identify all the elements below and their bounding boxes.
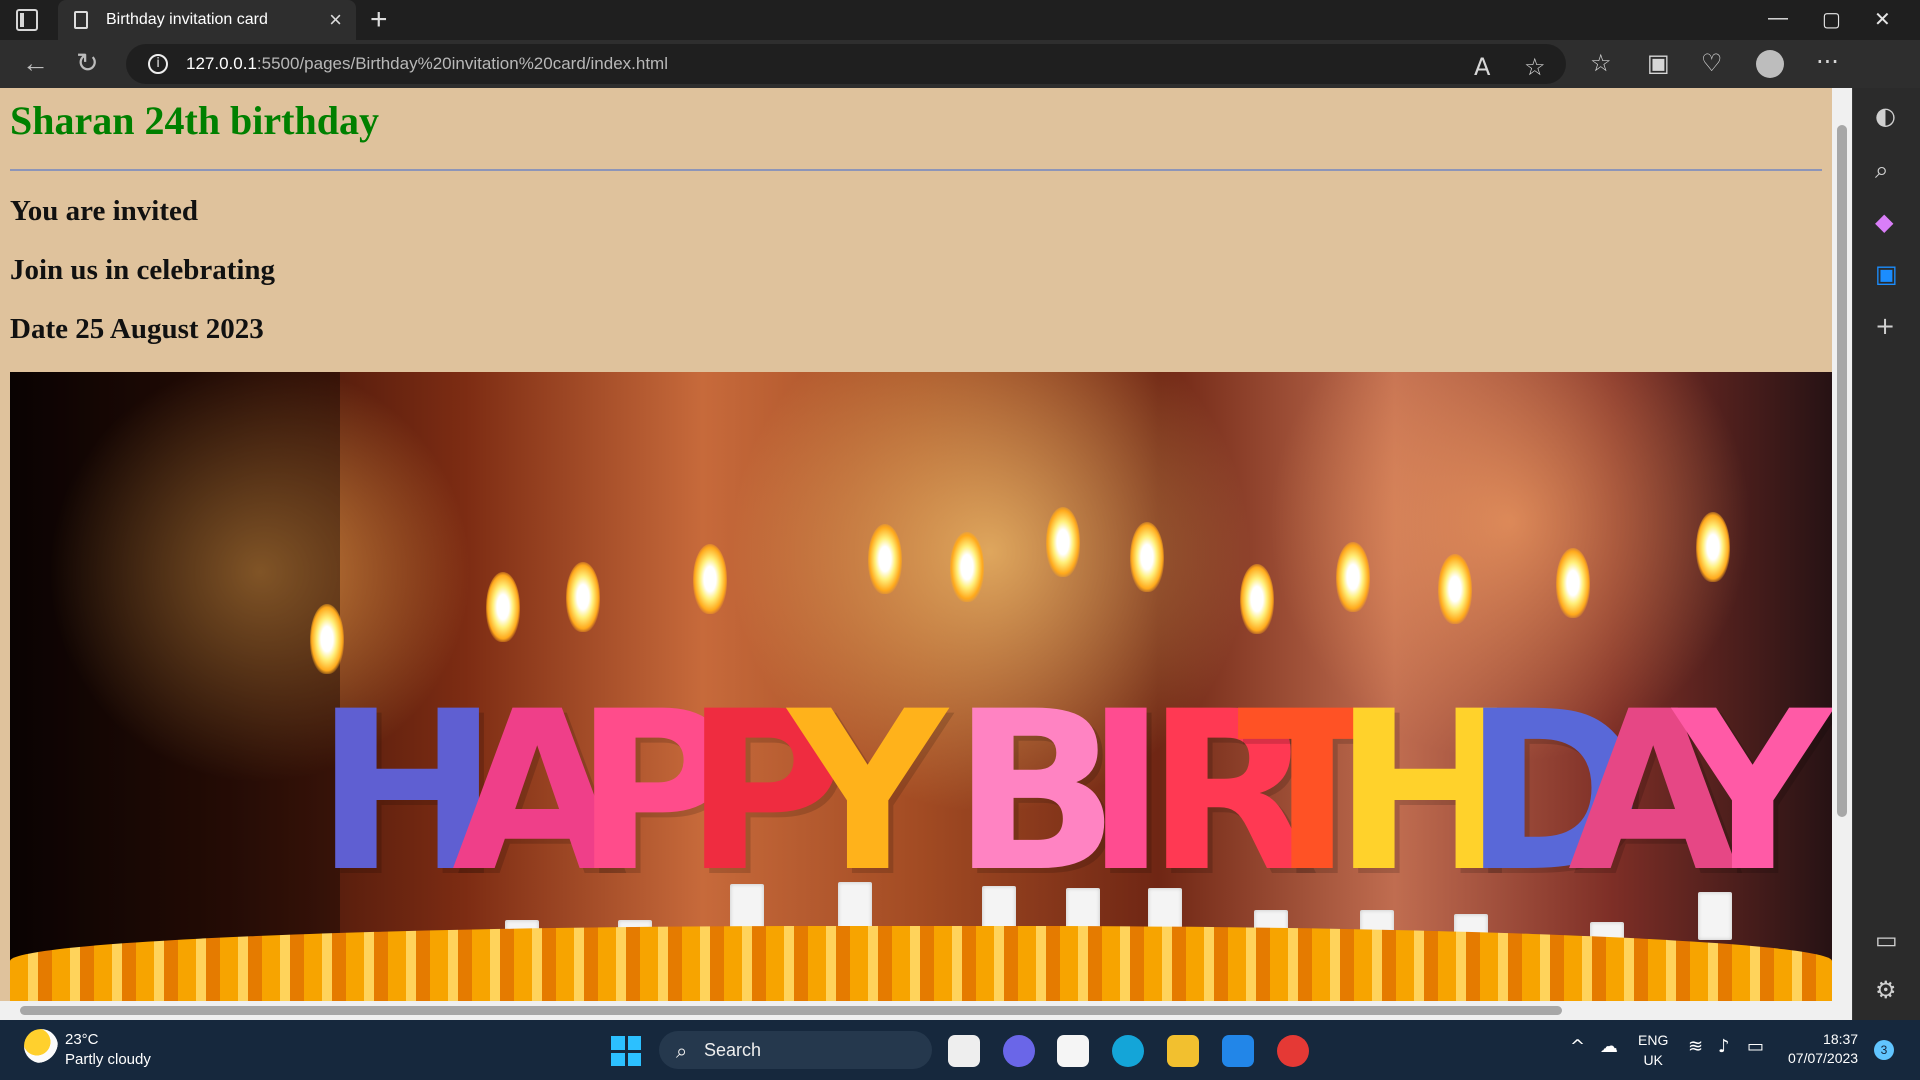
birthday-candles-image: H A P P Y B I R T H D A Y xyxy=(10,372,1832,1004)
bing-chat-icon[interactable]: ◐ xyxy=(1875,102,1896,130)
weather-description: Partly cloudy xyxy=(65,1051,151,1068)
chat-icon[interactable] xyxy=(1003,1035,1035,1067)
browser-essentials-icon[interactable]: ♡ xyxy=(1701,49,1723,77)
vertical-scrollbar[interactable] xyxy=(1832,88,1852,1020)
task-view-icon[interactable] xyxy=(948,1035,980,1067)
candle-base xyxy=(730,884,764,932)
candle-flame xyxy=(1556,548,1590,618)
candle-base xyxy=(1698,892,1732,940)
tab-title: Birthday invitation card xyxy=(106,11,268,28)
invitation-line: You are invited xyxy=(10,195,198,227)
window-controls: — ▢ ✕ xyxy=(1750,0,1920,40)
candle-flame xyxy=(950,532,984,602)
minimize-icon[interactable]: — xyxy=(1768,7,1788,30)
file-explorer-icon[interactable] xyxy=(1167,1035,1199,1067)
candle-flame xyxy=(1696,512,1730,582)
refresh-icon[interactable]: ↻ xyxy=(76,48,99,79)
url-path: :5500/pages/Birthday%20invitation%20card… xyxy=(256,54,668,73)
volume-icon[interactable]: ♪ xyxy=(1718,1036,1730,1057)
address-bar[interactable]: i 127.0.0.1:5500/pages/Birthday%20invita… xyxy=(126,44,1566,84)
url-host: 127.0.0.1 xyxy=(186,54,257,73)
system-clock[interactable]: 18:37 07/07/2023 xyxy=(1788,1030,1858,1068)
collections-icon[interactable]: ▣ xyxy=(1647,49,1670,77)
notification-badge[interactable]: 3 xyxy=(1874,1040,1894,1060)
favorite-star-icon[interactable]: ☆ xyxy=(1524,53,1546,81)
candle-flame xyxy=(1240,564,1274,634)
celebration-line: Join us in celebrating xyxy=(10,254,276,286)
candle-flame xyxy=(868,524,902,594)
candle-flame xyxy=(1130,522,1164,592)
candle-flame xyxy=(486,572,520,642)
active-tab[interactable]: Birthday invitation card × xyxy=(58,0,356,40)
wifi-icon[interactable]: ≋ xyxy=(1688,1036,1703,1057)
search-label: Search xyxy=(704,1040,762,1060)
image-shadow-area xyxy=(10,372,340,1004)
read-aloud-icon[interactable]: A xyxy=(1474,53,1490,81)
candle-base xyxy=(838,882,872,930)
horizontal-scrollbar[interactable] xyxy=(0,1001,1832,1020)
candle-flame xyxy=(693,544,727,614)
url-text[interactable]: 127.0.0.1:5500/pages/Birthday%20invitati… xyxy=(186,54,668,74)
browser-tab-strip: Birthday invitation card × + — ▢ ✕ xyxy=(0,0,1920,40)
outlook-icon[interactable]: ▣ xyxy=(1875,260,1898,288)
tab-actions-icon[interactable] xyxy=(16,9,38,31)
vertical-scroll-thumb[interactable] xyxy=(1837,125,1847,817)
address-toolbar: ← ↻ i 127.0.0.1:5500/pages/Birthday%20in… xyxy=(0,40,1920,88)
horizontal-scroll-thumb[interactable] xyxy=(20,1006,1562,1015)
language-code: ENG xyxy=(1638,1032,1669,1048)
edge-icon[interactable] xyxy=(1112,1035,1144,1067)
image-letter: Y xyxy=(788,664,947,920)
candle-flame xyxy=(1046,507,1080,577)
region-code: UK xyxy=(1643,1052,1663,1068)
new-tab-button[interactable]: + xyxy=(370,3,388,37)
candle-flame xyxy=(1438,554,1472,624)
add-sidebar-app-icon[interactable]: + xyxy=(1875,312,1895,340)
date-line: Date 25 August 2023 xyxy=(10,313,264,345)
chrome-icon[interactable] xyxy=(1277,1035,1309,1067)
partly-cloudy-icon[interactable] xyxy=(24,1029,58,1063)
profile-avatar-icon[interactable] xyxy=(1756,50,1784,78)
taskbar-search-input[interactable]: ⌕ Search xyxy=(659,1031,932,1069)
temperature: 23°C xyxy=(65,1031,99,1048)
clock-time: 18:37 xyxy=(1823,1031,1859,1047)
site-info-icon[interactable]: i xyxy=(148,54,168,74)
cake-icing xyxy=(10,926,1832,1004)
hide-sidebar-icon[interactable]: ▭ xyxy=(1875,926,1898,954)
horizontal-rule xyxy=(10,169,1822,171)
vscode-icon[interactable] xyxy=(1222,1035,1254,1067)
language-indicator[interactable]: ENG UK xyxy=(1638,1030,1668,1070)
document-icon xyxy=(74,11,88,29)
close-tab-icon[interactable]: × xyxy=(329,7,342,33)
search-sidebar-icon[interactable]: ⌕ xyxy=(1875,156,1888,184)
image-letter: Y xyxy=(1673,664,1832,920)
candle-flame xyxy=(566,562,600,632)
restore-icon[interactable]: ▢ xyxy=(1822,7,1841,32)
web-page: Sharan 24th birthday You are invited Joi… xyxy=(0,88,1852,1020)
search-icon: ⌕ xyxy=(676,1039,688,1063)
close-window-icon[interactable]: ✕ xyxy=(1874,7,1891,32)
edge-sidebar: ◐ ⌕ ◆ ▣ + ▭ ⚙ xyxy=(1852,88,1920,1020)
clock-date: 07/07/2023 xyxy=(1788,1050,1859,1066)
page-title: Sharan 24th birthday xyxy=(10,98,379,143)
battery-icon[interactable]: ▭ xyxy=(1747,1036,1764,1057)
weather-widget[interactable]: 23°C Partly cloudy xyxy=(65,1030,151,1070)
windows-start-icon[interactable] xyxy=(611,1036,641,1066)
favorites-icon[interactable]: ☆ xyxy=(1590,49,1612,77)
onedrive-icon[interactable]: ☁ xyxy=(1600,1036,1618,1057)
settings-gear-icon[interactable]: ⚙ xyxy=(1875,976,1897,1004)
windows-taskbar: 23°C Partly cloudy ⌕ Search ^ ☁ ENG UK ≋… xyxy=(0,1020,1920,1080)
back-arrow-icon[interactable]: ← xyxy=(22,48,49,79)
store-icon[interactable] xyxy=(1057,1035,1089,1067)
copilot-icon[interactable]: ◆ xyxy=(1875,208,1893,236)
more-options-icon[interactable]: ··· xyxy=(1816,48,1839,76)
hidden-icons-icon[interactable]: ^ xyxy=(1570,1036,1585,1057)
candle-flame xyxy=(1336,542,1370,612)
